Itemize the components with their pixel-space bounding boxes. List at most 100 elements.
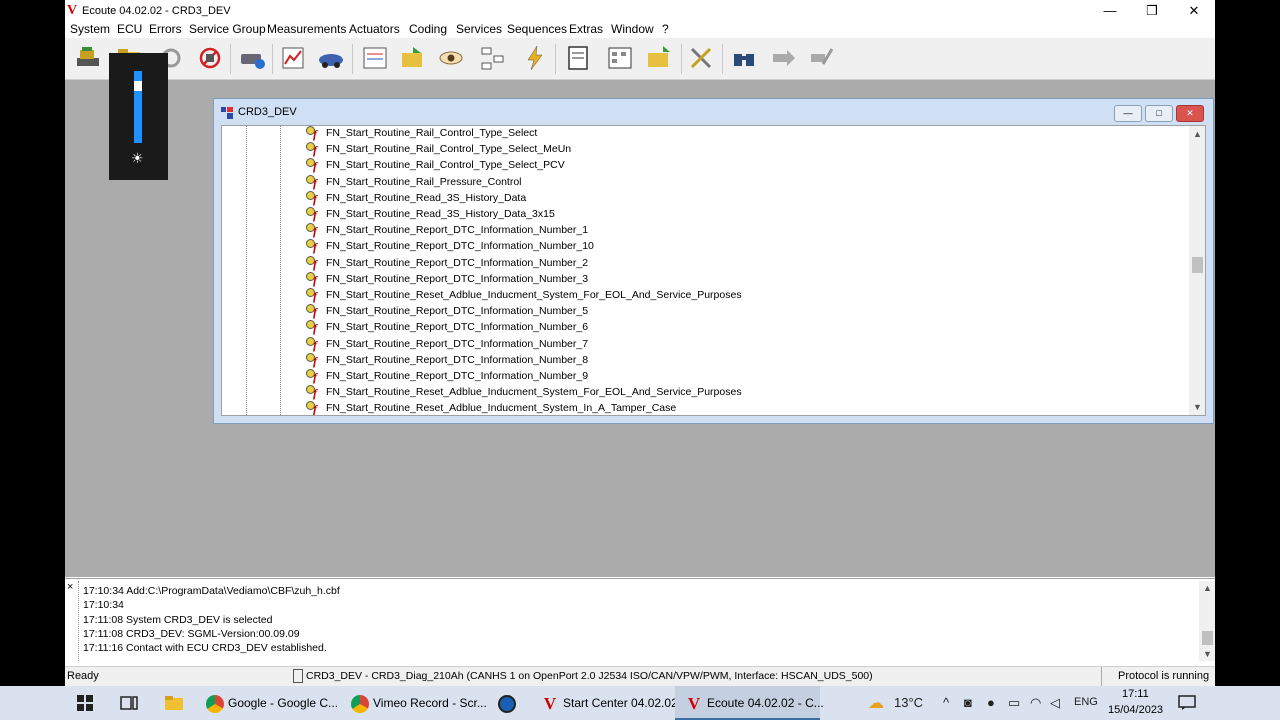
menu-errors[interactable]: Errors [149, 22, 182, 36]
tree-item[interactable]: f FN_Start_Routine_Report_DTC_Information… [306, 271, 589, 288]
tree-item-label: FN_Start_Routine_Rail_Pressure_Control [326, 175, 522, 188]
tree-item[interactable]: f FN_Start_Routine_Report_DTC_Information… [306, 255, 588, 272]
tree-guide-line [246, 126, 247, 415]
tree-item[interactable]: f FN_Start_Routine_Read_3S_History_Data [306, 190, 526, 207]
microphone-icon[interactable]: ● [987, 695, 995, 710]
binoculars-icon[interactable] [730, 44, 758, 72]
menu-extras[interactable]: Extras [569, 22, 603, 36]
windows-start-icon[interactable] [77, 695, 93, 711]
minimize-button[interactable]: — [1089, 0, 1131, 22]
menu-services[interactable]: Services [456, 22, 502, 36]
tree-item[interactable]: f FN_Start_Routine_Reset_Adblue_Inducment… [306, 385, 742, 401]
child-maximize-button[interactable]: □ [1145, 105, 1173, 122]
vediamo-icon: V [687, 693, 701, 713]
child-minimize-button[interactable]: — [1114, 105, 1142, 122]
tree-item-label: FN_Start_Routine_Report_DTC_Information_… [326, 304, 589, 317]
status-protocol: Protocol is running [1118, 670, 1210, 682]
flash-icon[interactable] [521, 44, 549, 72]
tree-item[interactable]: f FN_Start_Routine_Read_3S_History_Data_3… [306, 207, 555, 223]
tree-item[interactable]: f FN_Start_Routine_Report_DTC_Information… [306, 336, 589, 353]
function-icon: f [306, 304, 322, 319]
tree-icon[interactable] [479, 44, 507, 72]
tree-scroll-thumb[interactable] [1192, 257, 1203, 273]
weather-temp[interactable]: 13°C [894, 695, 923, 710]
weather-icon[interactable]: ☁ [868, 693, 884, 713]
window-title: Ecoute 04.02.02 - CRD3_DEV [82, 5, 231, 17]
task-view-icon[interactable] [120, 695, 138, 711]
clock-time[interactable]: 17:11 [1122, 688, 1149, 700]
plug-icon[interactable] [807, 44, 835, 72]
ecu-info-icon[interactable] [238, 44, 266, 72]
toolbar-separator [555, 44, 556, 74]
scroll-down-icon[interactable]: ▼ [1203, 649, 1212, 659]
file-explorer-icon[interactable] [164, 695, 184, 711]
car-icon[interactable] [317, 44, 345, 72]
taskbar-app-chrome-google[interactable]: Google - Google C... [200, 686, 343, 720]
brightness-thumb[interactable] [134, 81, 142, 92]
tree-item-label: FN_Start_Routine_Report_DTC_Information_… [326, 337, 589, 350]
tree-item[interactable]: f FN_Start_Routine_Rail_Pressure_Control [306, 174, 522, 191]
menu-actuators[interactable]: Actuators [349, 22, 400, 36]
document-icon[interactable] [564, 44, 592, 72]
open-folder-icon[interactable] [645, 44, 673, 72]
tree-item[interactable]: f FN_Start_Routine_Rail_Control_Type_Sele… [306, 142, 571, 158]
connect-icon[interactable] [74, 44, 102, 72]
chart-icon[interactable] [279, 44, 307, 72]
tree-item[interactable]: f FN_Start_Routine_Report_DTC_Information… [306, 304, 588, 320]
tree-item-label: FN_Start_Routine_Report_DTC_Information_… [326, 272, 589, 285]
tree-item[interactable]: f FN_Start_Routine_Report_DTC_Information… [306, 369, 588, 385]
log-scroll-thumb[interactable] [1202, 631, 1213, 645]
maximize-button[interactable]: ❒ [1131, 0, 1173, 22]
tree-item[interactable]: f FN_Start_Routine_Reset_Adblue_Inducment… [306, 401, 676, 415]
function-icon: f [306, 352, 322, 368]
menu-service-group[interactable]: Service Group [189, 22, 266, 36]
arrow-icon[interactable] [769, 44, 797, 72]
child-close-button[interactable]: ✕ [1176, 105, 1204, 122]
menu-measurements[interactable]: Measurements [267, 22, 346, 36]
calculator-icon[interactable] [606, 44, 634, 72]
tree-item-label: FN_Start_Routine_Report_DTC_Information_… [326, 321, 589, 334]
tree-item[interactable]: f FN_Start_Routine_Rail_Control_Type_Sele… [306, 126, 537, 142]
taskbar-app-start-center[interactable]: V Start Center 04.02.02 [535, 686, 678, 720]
open-file-icon[interactable] [399, 44, 427, 72]
scroll-up-icon[interactable]: ▲ [1203, 583, 1212, 593]
scroll-up-icon[interactable]: ▲ [1193, 129, 1202, 139]
tree-item[interactable]: f FN_Start_Routine_Reset_Adblue_Inducment… [306, 288, 742, 304]
tools-icon[interactable] [687, 44, 715, 72]
tree-item-label: FN_Start_Routine_Read_3S_History_Data_3x… [326, 207, 555, 220]
tree-item[interactable]: f FN_Start_Routine_Rail_Control_Type_Sele… [306, 158, 565, 174]
toolbar-separator [352, 44, 353, 74]
function-icon: f [306, 239, 322, 254]
menu-window[interactable]: Window [611, 22, 654, 36]
volume-icon[interactable]: ◁ [1050, 695, 1060, 711]
tree-scrollbar[interactable]: ▲ ▼ [1189, 126, 1205, 415]
tree-item[interactable]: f FN_Start_Routine_Report_DTC_Information… [306, 239, 594, 255]
tree-item[interactable]: f FN_Start_Routine_Report_DTC_Information… [306, 223, 588, 239]
tree-item[interactable]: f FN_Start_Routine_Report_DTC_Information… [306, 320, 588, 336]
eye-icon[interactable] [437, 44, 465, 72]
disconnect-icon[interactable] [196, 44, 224, 72]
log-scrollbar[interactable]: ▲ ▼ [1199, 581, 1215, 661]
function-icon: f [306, 142, 322, 157]
taskbar-app-teamviewer[interactable] [490, 686, 534, 720]
tray-chevron-icon[interactable]: ^ [943, 695, 949, 710]
taskbar-app-chrome-vimeo[interactable]: Vimeo Record - Scr... [345, 686, 488, 720]
tray-app-icon[interactable]: ◙ [964, 695, 972, 710]
menu-system[interactable]: System [70, 22, 110, 36]
notifications-icon[interactable] [1178, 695, 1196, 711]
tree-item[interactable]: f FN_Start_Routine_Report_DTC_Information… [306, 352, 588, 369]
close-button[interactable]: ✕ [1173, 0, 1215, 22]
report-icon[interactable] [361, 44, 389, 72]
function-icon: f [306, 207, 322, 222]
log-close-button[interactable]: × [67, 581, 73, 593]
battery-icon[interactable]: ▭ [1008, 695, 1020, 711]
menu-help[interactable]: ? [662, 22, 669, 36]
menu-sequences[interactable]: Sequences [507, 22, 567, 36]
menu-coding[interactable]: Coding [409, 22, 447, 36]
scroll-down-icon[interactable]: ▼ [1193, 402, 1202, 412]
clock-date[interactable]: 15/04/2023 [1108, 704, 1163, 716]
taskbar-app-ecoute[interactable]: V Ecoute 04.02.02 - C... [675, 686, 824, 720]
menu-ecu[interactable]: ECU [117, 22, 142, 36]
network-icon[interactable]: ◠ [1030, 695, 1041, 711]
language-indicator[interactable]: ENG [1074, 696, 1098, 708]
